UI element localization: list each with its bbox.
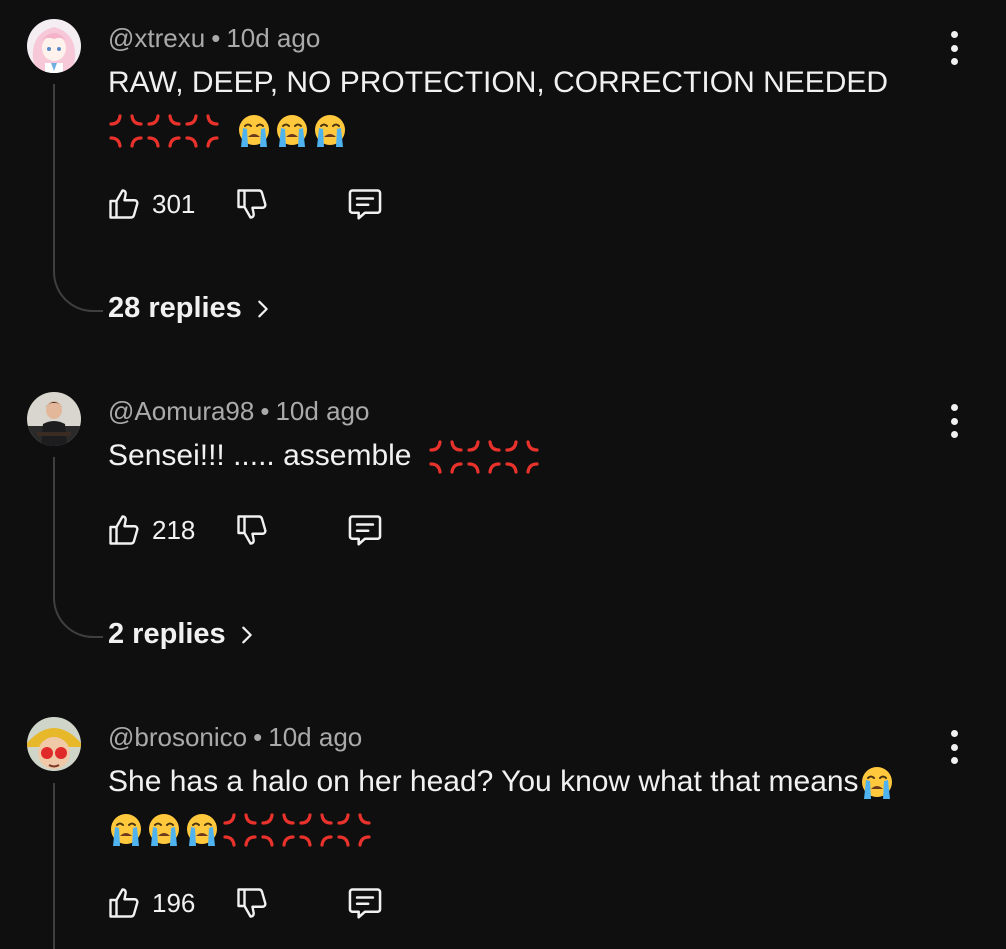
comment-icon — [346, 884, 384, 922]
anger-emoji-icon — [222, 812, 258, 848]
comment-actions: 218 — [106, 510, 406, 550]
comment-text: Sensei!!! ..... assemble — [108, 433, 542, 479]
anger-emoji-icon — [336, 812, 372, 848]
like-button[interactable]: 301 — [106, 184, 195, 224]
avatar[interactable] — [27, 717, 81, 771]
like-count: 196 — [152, 887, 196, 918]
yellow-hat-avatar-icon — [27, 717, 81, 771]
emoji-line — [108, 108, 350, 154]
dislike-button[interactable] — [234, 184, 270, 224]
anger-emoji-icon — [184, 113, 220, 149]
chevron-right-icon — [236, 622, 258, 648]
like-count: 301 — [152, 188, 196, 219]
view-replies-button[interactable]: 2 replies — [108, 618, 258, 651]
meta-separator: • — [260, 396, 270, 426]
reply-thread-line — [53, 783, 55, 949]
sob-emoji-icon — [184, 812, 220, 848]
comment-text-line: She has a halo on her head? You know wha… — [108, 765, 859, 798]
emoji-line — [859, 765, 897, 801]
replies-count: 2 replies — [108, 618, 226, 650]
more-options-button[interactable] — [942, 730, 966, 764]
anger-emoji-icon — [466, 439, 502, 475]
sob-emoji-icon — [274, 113, 310, 149]
sob-emoji-icon — [236, 113, 272, 149]
thumbs-up-icon — [106, 512, 142, 548]
comment-text-line: RAW, DEEP, NO PROTECTION, CORRECTION NEE… — [108, 66, 889, 99]
anger-emoji-icon — [298, 812, 334, 848]
anger-emoji-icon — [504, 439, 540, 475]
comment-meta: @Aomura98 • 10d ago — [108, 396, 369, 426]
avatar[interactable] — [27, 19, 81, 73]
comment-meta: @xtrexu • 10d ago — [108, 23, 320, 53]
like-button[interactable]: 218 — [106, 510, 195, 550]
replies-count: 28 replies — [108, 292, 242, 324]
reply-thread-line — [53, 84, 103, 312]
anger-emoji-icon — [260, 812, 296, 848]
anger-emoji-icon — [146, 113, 182, 149]
like-count: 218 — [152, 514, 196, 545]
view-replies-button[interactable]: 28 replies — [108, 292, 274, 325]
thumbs-up-icon — [106, 885, 142, 921]
like-button[interactable]: 196 — [106, 883, 195, 923]
emoji-line — [428, 439, 542, 475]
avatar[interactable] — [27, 392, 81, 446]
reply-button[interactable] — [346, 883, 384, 923]
thumbs-down-icon — [234, 186, 270, 222]
anger-emoji-icon — [108, 113, 144, 149]
comment-text: RAW, DEEP, NO PROTECTION, CORRECTION NEE… — [108, 60, 888, 154]
emoji-line — [108, 807, 374, 853]
reply-button[interactable] — [346, 184, 384, 224]
sob-emoji-icon — [312, 113, 348, 149]
author-name[interactable]: @brosonico — [108, 722, 247, 752]
timestamp[interactable]: 10d ago — [275, 396, 369, 426]
thumbs-up-icon — [106, 186, 142, 222]
more-vert-icon — [950, 730, 958, 737]
anger-emoji-icon — [428, 439, 464, 475]
comment-icon — [346, 185, 384, 223]
sob-emoji-icon — [859, 765, 895, 801]
dislike-button[interactable] — [234, 883, 270, 923]
comment-actions: 196 — [106, 883, 406, 923]
more-vert-icon — [950, 31, 958, 38]
comment-actions: 301 — [106, 184, 406, 224]
dislike-button[interactable] — [234, 510, 270, 550]
timestamp[interactable]: 10d ago — [268, 722, 362, 752]
author-name[interactable]: @Aomura98 — [108, 396, 254, 426]
reply-button[interactable] — [346, 510, 384, 550]
comment-meta: @brosonico • 10d ago — [108, 722, 362, 752]
sob-emoji-icon — [108, 812, 144, 848]
reply-thread-line — [53, 457, 103, 638]
comment-text-line: Sensei!!! ..... assemble — [108, 439, 412, 472]
more-vert-icon — [950, 404, 958, 411]
comment-text: She has a halo on her head? You know wha… — [108, 759, 897, 853]
thumbs-down-icon — [234, 885, 270, 921]
sob-emoji-icon — [146, 812, 182, 848]
meta-separator: • — [211, 23, 221, 53]
author-name[interactable]: @xtrexu — [108, 23, 205, 53]
thumbs-down-icon — [234, 512, 270, 548]
meta-separator: • — [253, 722, 263, 752]
comment-icon — [346, 511, 384, 549]
anime-girl-avatar-icon — [27, 19, 81, 73]
timestamp[interactable]: 10d ago — [226, 23, 320, 53]
more-options-button[interactable] — [942, 404, 966, 438]
person-photo-avatar-icon — [27, 392, 81, 446]
chevron-right-icon — [252, 296, 274, 322]
more-options-button[interactable] — [942, 31, 966, 65]
